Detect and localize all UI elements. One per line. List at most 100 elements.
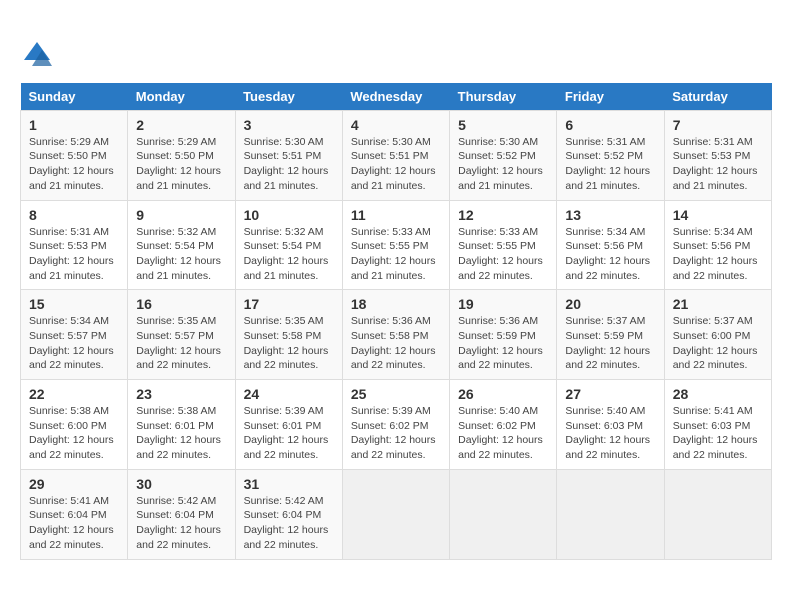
- calendar-cell: 8 Sunrise: 5:31 AMSunset: 5:53 PMDaylight…: [21, 200, 128, 290]
- calendar-cell: 16 Sunrise: 5:35 AMSunset: 5:57 PMDayligh…: [128, 290, 235, 380]
- day-info: Sunrise: 5:32 AMSunset: 5:54 PMDaylight:…: [244, 225, 334, 284]
- day-number: 4: [351, 117, 441, 133]
- day-info: Sunrise: 5:42 AMSunset: 6:04 PMDaylight:…: [244, 494, 334, 553]
- day-info: Sunrise: 5:34 AMSunset: 5:56 PMDaylight:…: [673, 225, 763, 284]
- calendar-cell: 2 Sunrise: 5:29 AMSunset: 5:50 PMDaylight…: [128, 110, 235, 200]
- day-info: Sunrise: 5:30 AMSunset: 5:51 PMDaylight:…: [351, 135, 441, 194]
- calendar-cell: [664, 469, 771, 559]
- top-row: [20, 20, 772, 75]
- calendar-cell: [557, 469, 664, 559]
- day-number: 24: [244, 386, 334, 402]
- week-row-5: 29 Sunrise: 5:41 AMSunset: 6:04 PMDayligh…: [21, 469, 772, 559]
- calendar-cell: 27Sunrise: 5:40 AMSunset: 6:03 PMDayligh…: [557, 380, 664, 470]
- day-number: 12: [458, 207, 548, 223]
- calendar-cell: 3 Sunrise: 5:30 AMSunset: 5:51 PMDaylight…: [235, 110, 342, 200]
- day-number: 14: [673, 207, 763, 223]
- calendar-cell: 25Sunrise: 5:39 AMSunset: 6:02 PMDayligh…: [342, 380, 449, 470]
- day-info: Sunrise: 5:30 AMSunset: 5:51 PMDaylight:…: [244, 135, 334, 194]
- day-info: Sunrise: 5:31 AMSunset: 5:53 PMDaylight:…: [29, 225, 119, 284]
- day-header-wednesday: Wednesday: [342, 83, 449, 111]
- day-number: 19: [458, 296, 548, 312]
- day-number: 27: [565, 386, 655, 402]
- day-number: 30: [136, 476, 226, 492]
- day-info: Sunrise: 5:37 AMSunset: 5:59 PMDaylight:…: [565, 314, 655, 373]
- day-info: Sunrise: 5:38 AMSunset: 6:00 PMDaylight:…: [29, 404, 119, 463]
- day-number: 16: [136, 296, 226, 312]
- day-number: 8: [29, 207, 119, 223]
- calendar-cell: 15Sunrise: 5:34 AMSunset: 5:57 PMDayligh…: [21, 290, 128, 380]
- week-row-1: 1 Sunrise: 5:29 AMSunset: 5:50 PMDaylight…: [21, 110, 772, 200]
- day-number: 20: [565, 296, 655, 312]
- day-number: 22: [29, 386, 119, 402]
- calendar-cell: 10 Sunrise: 5:32 AMSunset: 5:54 PMDayligh…: [235, 200, 342, 290]
- calendar-cell: 20 Sunrise: 5:37 AMSunset: 5:59 PMDayligh…: [557, 290, 664, 380]
- day-number: 1: [29, 117, 119, 133]
- day-info: Sunrise: 5:41 AMSunset: 6:03 PMDaylight:…: [673, 404, 763, 463]
- calendar-cell: 7Sunrise: 5:31 AMSunset: 5:53 PMDaylight…: [664, 110, 771, 200]
- day-info: Sunrise: 5:34 AMSunset: 5:56 PMDaylight:…: [565, 225, 655, 284]
- day-number: 5: [458, 117, 548, 133]
- week-row-4: 22 Sunrise: 5:38 AMSunset: 6:00 PMDayligh…: [21, 380, 772, 470]
- day-info: Sunrise: 5:29 AMSunset: 5:50 PMDaylight:…: [29, 135, 119, 194]
- day-number: 29: [29, 476, 119, 492]
- day-number: 10: [244, 207, 334, 223]
- day-info: Sunrise: 5:37 AMSunset: 6:00 PMDaylight:…: [673, 314, 763, 373]
- calendar-cell: 22 Sunrise: 5:38 AMSunset: 6:00 PMDayligh…: [21, 380, 128, 470]
- calendar-cell: 31 Sunrise: 5:42 AMSunset: 6:04 PMDayligh…: [235, 469, 342, 559]
- calendar-cell: 28Sunrise: 5:41 AMSunset: 6:03 PMDayligh…: [664, 380, 771, 470]
- calendar-cell: [450, 469, 557, 559]
- calendar-cell: 6 Sunrise: 5:31 AMSunset: 5:52 PMDaylight…: [557, 110, 664, 200]
- week-row-3: 15Sunrise: 5:34 AMSunset: 5:57 PMDayligh…: [21, 290, 772, 380]
- day-number: 9: [136, 207, 226, 223]
- week-row-2: 8 Sunrise: 5:31 AMSunset: 5:53 PMDaylight…: [21, 200, 772, 290]
- day-info: Sunrise: 5:38 AMSunset: 6:01 PMDaylight:…: [136, 404, 226, 463]
- day-number: 18: [351, 296, 441, 312]
- day-number: 2: [136, 117, 226, 133]
- day-info: Sunrise: 5:32 AMSunset: 5:54 PMDaylight:…: [136, 225, 226, 284]
- day-info: Sunrise: 5:33 AMSunset: 5:55 PMDaylight:…: [351, 225, 441, 284]
- day-header-friday: Friday: [557, 83, 664, 111]
- day-number: 23: [136, 386, 226, 402]
- day-header-sunday: Sunday: [21, 83, 128, 111]
- calendar-cell: 19 Sunrise: 5:36 AMSunset: 5:59 PMDayligh…: [450, 290, 557, 380]
- day-info: Sunrise: 5:35 AMSunset: 5:58 PMDaylight:…: [244, 314, 334, 373]
- day-number: 31: [244, 476, 334, 492]
- calendar-cell: 4 Sunrise: 5:30 AMSunset: 5:51 PMDaylight…: [342, 110, 449, 200]
- day-number: 13: [565, 207, 655, 223]
- day-number: 6: [565, 117, 655, 133]
- calendar-cell: 9 Sunrise: 5:32 AMSunset: 5:54 PMDaylight…: [128, 200, 235, 290]
- day-header-monday: Monday: [128, 83, 235, 111]
- calendar-cell: 29 Sunrise: 5:41 AMSunset: 6:04 PMDayligh…: [21, 469, 128, 559]
- calendar-cell: 30Sunrise: 5:42 AMSunset: 6:04 PMDayligh…: [128, 469, 235, 559]
- day-number: 11: [351, 207, 441, 223]
- day-info: Sunrise: 5:36 AMSunset: 5:58 PMDaylight:…: [351, 314, 441, 373]
- day-info: Sunrise: 5:29 AMSunset: 5:50 PMDaylight:…: [136, 135, 226, 194]
- calendar-cell: [342, 469, 449, 559]
- day-number: 25: [351, 386, 441, 402]
- calendar-cell: 26 Sunrise: 5:40 AMSunset: 6:02 PMDayligh…: [450, 380, 557, 470]
- day-info: Sunrise: 5:35 AMSunset: 5:57 PMDaylight:…: [136, 314, 226, 373]
- calendar-table: SundayMondayTuesdayWednesdayThursdayFrid…: [20, 83, 772, 560]
- day-number: 26: [458, 386, 548, 402]
- day-info: Sunrise: 5:41 AMSunset: 6:04 PMDaylight:…: [29, 494, 119, 553]
- day-info: Sunrise: 5:36 AMSunset: 5:59 PMDaylight:…: [458, 314, 548, 373]
- calendar-cell: 23 Sunrise: 5:38 AMSunset: 6:01 PMDayligh…: [128, 380, 235, 470]
- day-number: 17: [244, 296, 334, 312]
- calendar-cell: 13 Sunrise: 5:34 AMSunset: 5:56 PMDayligh…: [557, 200, 664, 290]
- day-number: 21: [673, 296, 763, 312]
- calendar-body: 1 Sunrise: 5:29 AMSunset: 5:50 PMDaylight…: [21, 110, 772, 559]
- day-number: 7: [673, 117, 763, 133]
- day-header-tuesday: Tuesday: [235, 83, 342, 111]
- day-info: Sunrise: 5:39 AMSunset: 6:01 PMDaylight:…: [244, 404, 334, 463]
- calendar-cell: 11 Sunrise: 5:33 AMSunset: 5:55 PMDayligh…: [342, 200, 449, 290]
- day-info: Sunrise: 5:30 AMSunset: 5:52 PMDaylight:…: [458, 135, 548, 194]
- calendar-cell: 14 Sunrise: 5:34 AMSunset: 5:56 PMDayligh…: [664, 200, 771, 290]
- day-info: Sunrise: 5:31 AMSunset: 5:52 PMDaylight:…: [565, 135, 655, 194]
- logo-icon: [22, 40, 52, 70]
- day-info: Sunrise: 5:33 AMSunset: 5:55 PMDaylight:…: [458, 225, 548, 284]
- calendar-cell: 5 Sunrise: 5:30 AMSunset: 5:52 PMDaylight…: [450, 110, 557, 200]
- day-number: 3: [244, 117, 334, 133]
- day-header-thursday: Thursday: [450, 83, 557, 111]
- day-info: Sunrise: 5:40 AMSunset: 6:02 PMDaylight:…: [458, 404, 548, 463]
- day-number: 15: [29, 296, 119, 312]
